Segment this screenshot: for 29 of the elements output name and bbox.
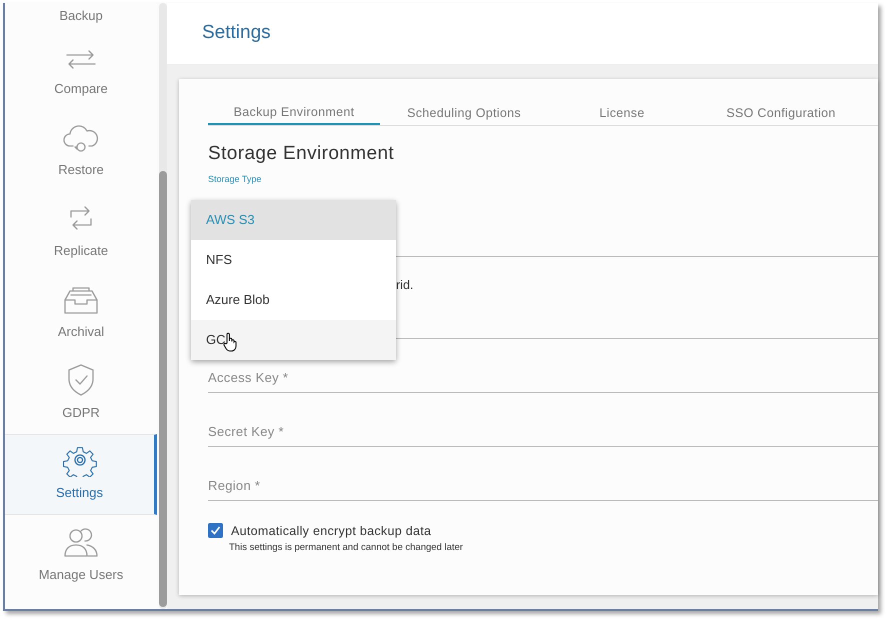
- sidebar-item[interactable]: Backup: [5, 5, 157, 29]
- sidebar-item[interactable]: Restore: [5, 110, 157, 191]
- sidebar-item[interactable]: GDPR: [5, 353, 157, 434]
- tab[interactable]: Scheduling Options: [380, 101, 548, 125]
- tab[interactable]: SSO Configuration: [696, 101, 866, 125]
- inbox-tray-icon: [62, 286, 100, 316]
- checkbox-note: This settings is permanent and cannot be changed later: [229, 541, 463, 555]
- sidebar-item[interactable]: Compare: [5, 29, 157, 110]
- checkmark-icon: [210, 525, 221, 536]
- field-label: Storage Type: [208, 172, 262, 186]
- input-field[interactable]: Region *: [208, 447, 878, 502]
- input-field[interactable]: Secret Key *: [208, 393, 878, 448]
- checkbox-label: Automatically encrypt backup data: [231, 523, 432, 540]
- scrollbar-thumb[interactable]: [159, 171, 167, 607]
- tab[interactable]: License: [548, 101, 696, 125]
- tab[interactable]: Backup Environment: [208, 101, 380, 125]
- helper-text: rid.: [395, 276, 414, 294]
- dropdown-option[interactable]: GC: [191, 320, 396, 360]
- section-title: Storage Environment: [208, 142, 396, 166]
- sidebar-item[interactable]: Settings: [5, 434, 157, 515]
- scrollbar[interactable]: [159, 3, 167, 609]
- dropdown-option[interactable]: AWS S3: [191, 200, 396, 240]
- sidebar-item[interactable]: Replicate: [5, 191, 157, 272]
- shield-check-icon: [66, 362, 96, 396]
- sidebar-item[interactable]: Manage Users: [5, 515, 157, 596]
- page-title: Settings: [202, 21, 271, 46]
- checkbox[interactable]: [208, 523, 223, 538]
- sidebar-item[interactable]: Archival: [5, 272, 157, 353]
- dropdown-option[interactable]: Azure Blob: [191, 280, 396, 320]
